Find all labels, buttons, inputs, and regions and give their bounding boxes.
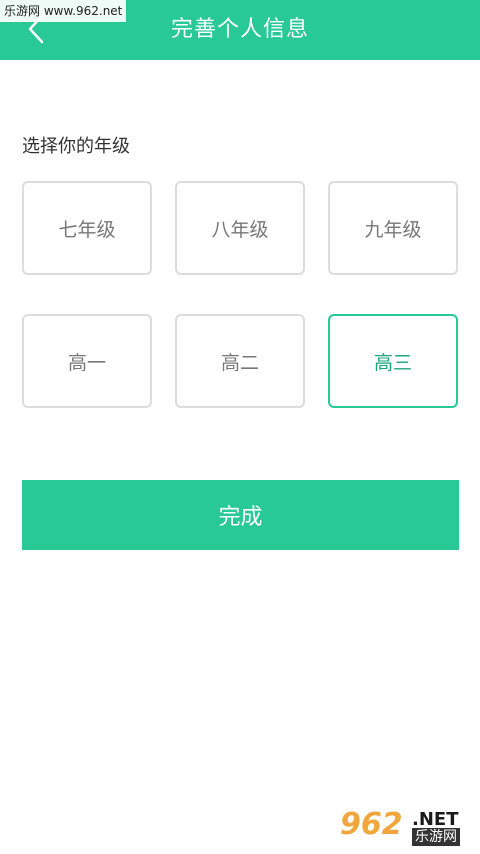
grade-option-senior1[interactable]: 高一 <box>22 314 152 408</box>
watermark-domain: .NET <box>412 809 459 830</box>
watermark-top: 乐游网 www.962.net <box>0 0 127 22</box>
watermark-cn: 乐游网 <box>412 828 460 846</box>
watermark-logo: 962 .NET 乐游网 <box>340 808 474 848</box>
grade-option-grade7[interactable]: 七年级 <box>22 181 152 275</box>
done-button[interactable]: 完成 <box>22 480 459 550</box>
watermark-number: 962 <box>340 807 403 842</box>
grade-option-senior2[interactable]: 高二 <box>175 314 305 408</box>
grade-option-grade9[interactable]: 九年级 <box>328 181 458 275</box>
grade-section-label: 选择你的年级 <box>22 136 130 157</box>
grade-option-grade8[interactable]: 八年级 <box>175 181 305 275</box>
grade-option-senior3[interactable]: 高三 <box>328 314 458 408</box>
